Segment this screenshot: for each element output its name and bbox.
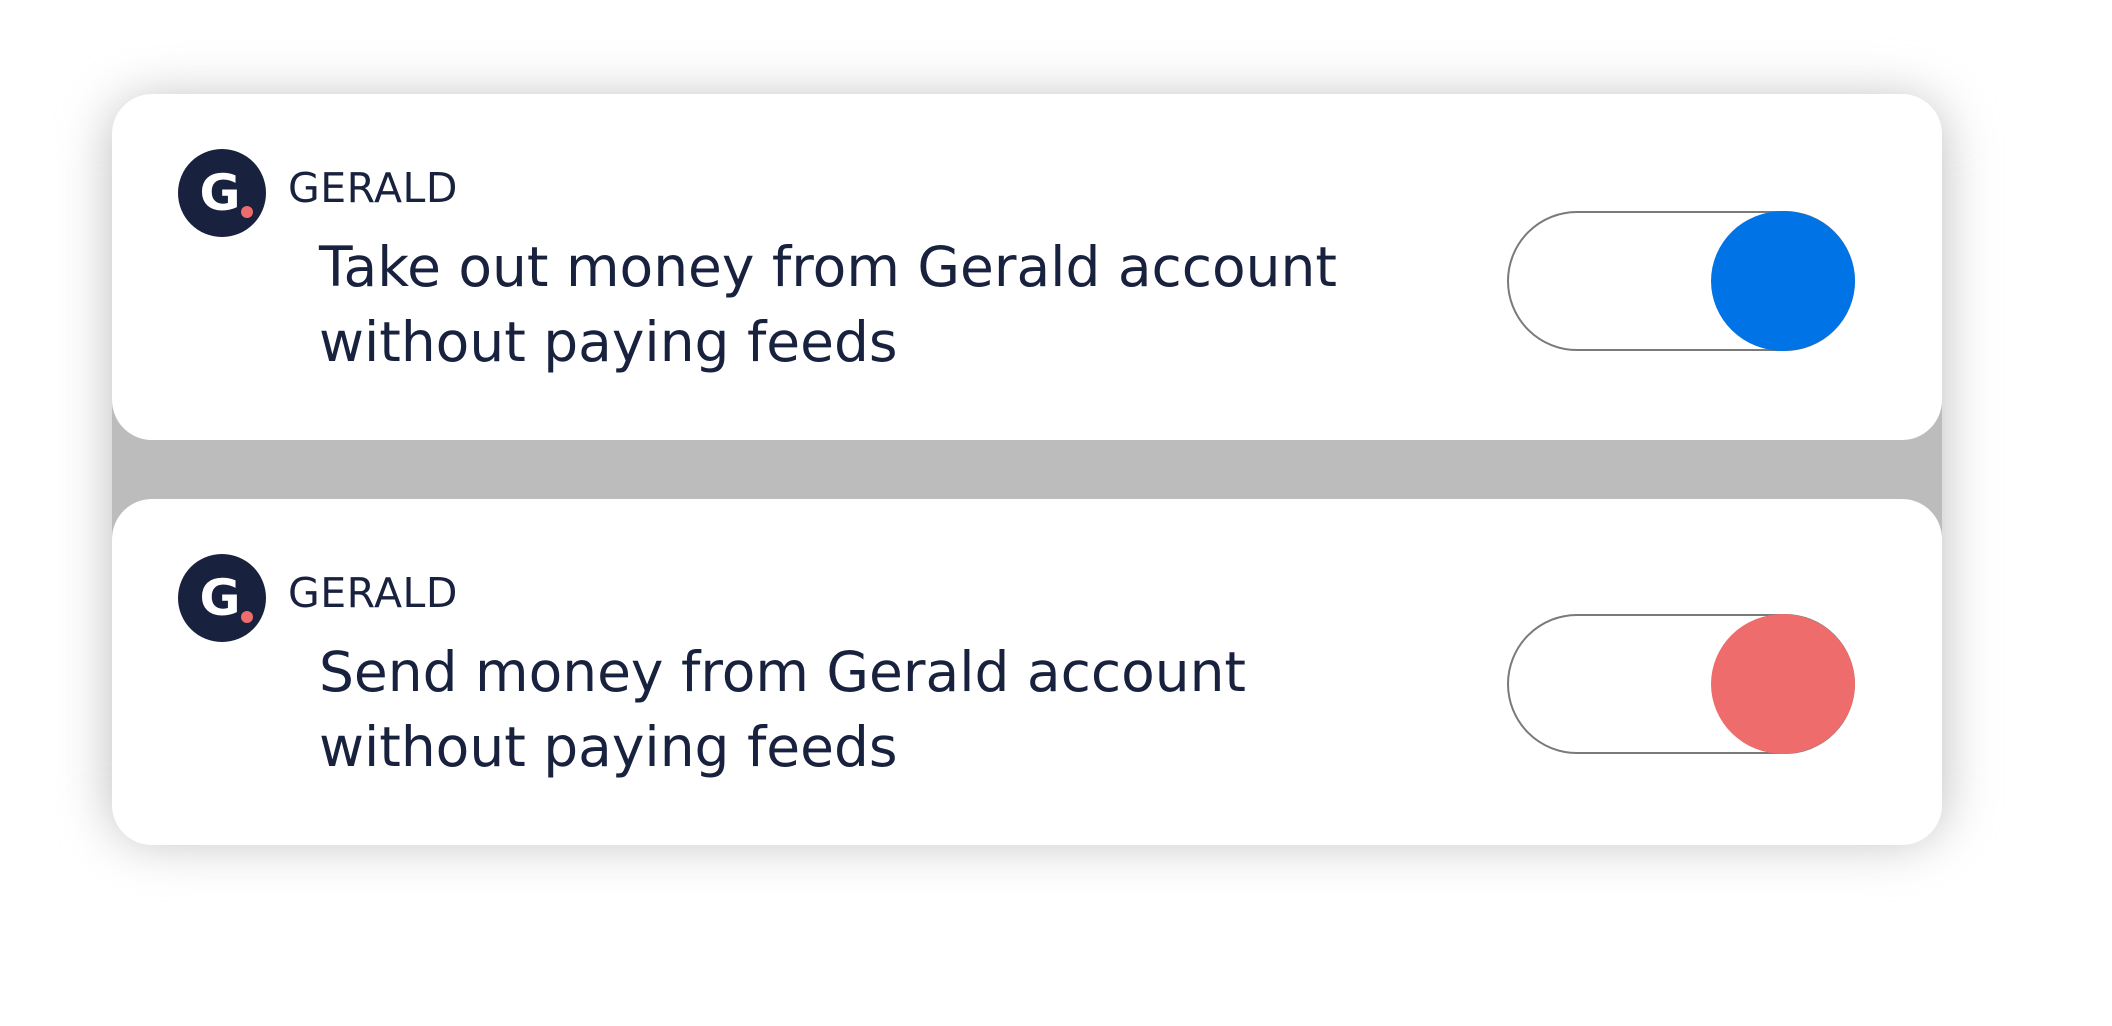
notification-card: G GERALD Send money from Gerald account …	[112, 499, 1942, 845]
notification-card: G GERALD Take out money from Gerald acco…	[112, 94, 1942, 440]
toggle-switch[interactable]	[1507, 211, 1855, 351]
notification-message: Take out money from Gerald account witho…	[319, 235, 1337, 374]
toggle-switch[interactable]	[1507, 614, 1855, 754]
notification-message: Send money from Gerald account without p…	[319, 640, 1246, 779]
gerald-logo-icon: G	[178, 149, 266, 237]
logo-dot	[241, 206, 253, 218]
gerald-logo-icon: G	[178, 554, 266, 642]
toggle-knob[interactable]	[1711, 211, 1855, 351]
brand-name: GERALD	[288, 569, 458, 617]
logo-dot	[241, 611, 253, 623]
toggle-knob[interactable]	[1711, 614, 1855, 754]
logo-letter: G	[199, 164, 241, 222]
logo-letter: G	[199, 569, 241, 627]
brand-name: GERALD	[288, 164, 458, 212]
